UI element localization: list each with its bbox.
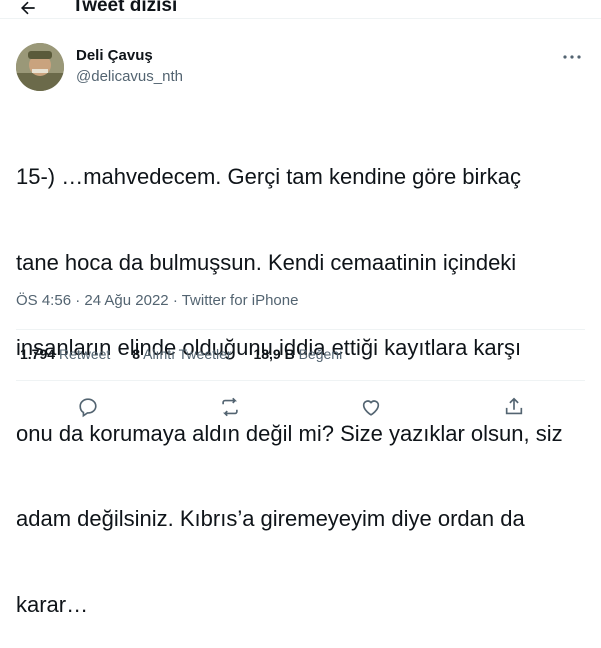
- share-icon[interactable]: [503, 396, 525, 418]
- reply-icon[interactable]: [77, 396, 99, 418]
- tweet-line: karar…: [16, 591, 89, 617]
- retweet-icon[interactable]: [219, 396, 241, 418]
- tweet-meta: ÖS 4:56 · 24 Ağu 2022 · Twitter for iPho…: [16, 292, 298, 309]
- quote-label: Alıntı Tweetler: [143, 346, 232, 362]
- tweet-line: onu da korumaya aldın değil mi? Size yaz…: [16, 420, 563, 446]
- like-icon[interactable]: [360, 396, 382, 418]
- retweet-count: 1.794: [20, 346, 56, 362]
- tweet-text: 15-) …mahvedecem. Gerçi tam kendine göre…: [16, 106, 586, 648]
- tweet-source[interactable]: Twitter for iPhone: [182, 292, 299, 309]
- quote-stat[interactable]: 8 Alıntı Tweetler: [132, 346, 231, 362]
- tweet-line: tane hoca da bulmuşsun. Kendi cemaatinin…: [16, 249, 517, 275]
- tweet-time[interactable]: ÖS 4:56: [16, 292, 71, 309]
- avatar[interactable]: [16, 43, 64, 91]
- author-handle[interactable]: @delicavus_nth: [76, 68, 183, 85]
- avatar-image: [16, 43, 64, 91]
- back-arrow-icon[interactable]: [18, 0, 38, 18]
- tweet-line: adam değilsiniz. Kıbrıs’a giremeyeyim di…: [16, 506, 525, 531]
- like-label: Beğeni: [298, 346, 343, 362]
- retweet-label: Retweet: [58, 346, 111, 362]
- like-stat[interactable]: 18,9 B Beğeni: [253, 346, 342, 362]
- meta-separator: ·: [168, 292, 182, 309]
- tweet-line: 15-) …mahvedecem. Gerçi tam kendine göre…: [16, 164, 521, 189]
- retweet-stat[interactable]: 1.794 Retweet: [20, 346, 110, 362]
- page-title: Tweet dizisi: [72, 0, 178, 16]
- more-icon[interactable]: [561, 48, 583, 66]
- divider: [16, 329, 585, 330]
- action-bar: [0, 390, 601, 419]
- tweet-stats: 1.794 Retweet 8 Alıntı Tweetler 18,9 B B…: [20, 346, 360, 362]
- like-count: 18,9 B: [253, 346, 295, 362]
- quote-count: 8: [132, 346, 140, 362]
- author-name[interactable]: Deli Çavuş: [76, 47, 153, 64]
- divider: [16, 380, 585, 381]
- meta-separator: ·: [71, 292, 85, 309]
- header-bar: Tweet dizisi: [0, 0, 601, 19]
- tweet-date[interactable]: 24 Ağu 2022: [84, 292, 168, 309]
